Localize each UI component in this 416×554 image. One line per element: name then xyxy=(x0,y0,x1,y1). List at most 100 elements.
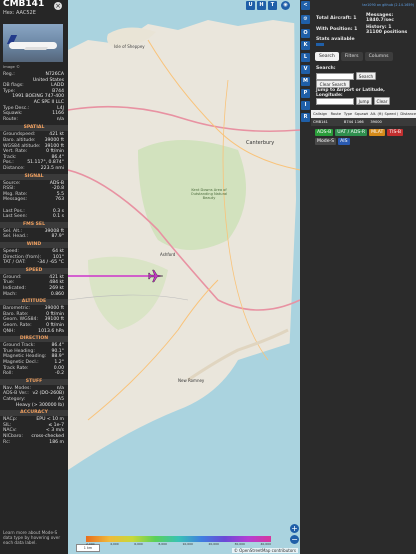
source-flag-ads-b: ADS-B xyxy=(315,129,334,136)
info-row: Sel. Head.: 87.9° xyxy=(3,234,64,240)
info-value: 0.860 xyxy=(50,291,64,297)
side-button-p[interactable]: P xyxy=(301,89,310,98)
right-info-panel: tar1090 on github (2.14.1659) Total Airc… xyxy=(311,0,416,554)
jump-input[interactable] xyxy=(316,98,354,105)
info-value: Heavy (> 300000 lb) xyxy=(15,402,64,408)
column-header-speed-kt[interactable]: Speed (kt) xyxy=(383,110,399,118)
history-value: 31100 positions xyxy=(366,30,408,35)
globe-icon[interactable]: ◉ xyxy=(281,1,290,10)
clear-search-button[interactable]: Clear Search xyxy=(316,80,350,88)
info-label: Sel. Head.: xyxy=(3,234,28,240)
map-view[interactable]: Isle of Sheppey Canterbury Kent Downs Ar… xyxy=(68,0,300,554)
table-cell: B744 xyxy=(343,120,353,124)
table-header: CallsignRouteTypeSquawkAlt. (ft)Speed (k… xyxy=(311,110,416,118)
column-header-type[interactable]: Type xyxy=(342,110,353,118)
info-label: TAT / OAT: xyxy=(3,260,26,266)
section-title-accuracy: ACCURACY xyxy=(0,410,68,417)
map-label-canterbury: Canterbury xyxy=(246,140,275,146)
column-header-distance[interactable]: Distance xyxy=(398,110,416,118)
section-title-wind: WIND xyxy=(0,242,68,248)
source-flag-mode-s: Mode-S xyxy=(315,138,337,145)
info-row: TAT / OAT: -34 / -65 °C xyxy=(3,260,64,266)
close-icon[interactable]: × xyxy=(54,2,62,10)
altitude-scale-label: 20,000 xyxy=(208,542,219,546)
detail-value: n/a xyxy=(56,116,64,122)
table-row[interactable]: CMB141 B744 1166 39000 xyxy=(311,118,416,126)
side-button-collapse[interactable]: < xyxy=(301,1,310,10)
stats-link[interactable] xyxy=(316,43,324,46)
info-label: Messages: xyxy=(3,197,28,203)
table-cell xyxy=(329,118,342,126)
side-button-k[interactable]: K xyxy=(301,41,310,50)
map-label-isle: Isle of Sheppey xyxy=(114,44,145,49)
tab-search[interactable]: Search xyxy=(315,52,339,61)
column-header-callsign[interactable]: Callsign xyxy=(311,110,329,118)
aircraft-detail-panel: CMB141 Hex: AAC52E × Image © Reg.: N726CA… xyxy=(0,0,68,554)
altitude-scale-label: 40,000 xyxy=(260,542,271,546)
info-value: 0.1 s xyxy=(52,214,64,220)
column-header-squawk[interactable]: Squawk xyxy=(353,110,369,118)
side-button-l[interactable]: L xyxy=(301,53,310,62)
side-button-settings[interactable]: ⚙ xyxy=(301,15,310,24)
info-row: Distance: 223.5 nmi xyxy=(3,166,64,172)
info-value: 186 m xyxy=(49,439,64,445)
detail-label: Route: xyxy=(3,116,18,122)
section-title-direction: DIRECTION xyxy=(0,336,68,343)
altitude-scale-labels: 2,000 4,000 6,000 8,000 10,000 20,000 30,000 40… xyxy=(86,542,271,546)
footer-help-text: Learn more about Mode-S data type by hov… xyxy=(3,530,61,545)
side-button-r[interactable]: R xyxy=(301,113,310,122)
info-row: Rc: 186 m xyxy=(3,440,64,446)
map-attribution[interactable]: © OpenStreetMap contributors xyxy=(231,548,298,553)
side-button-m[interactable]: M xyxy=(301,77,310,86)
aircraft-info-rows: Reg.: N726CA United States DB flags: LADD Typ… xyxy=(3,72,64,122)
version-link[interactable]: tar1090 on github (2.14.1659) xyxy=(362,3,414,7)
table-cell: CMB141 xyxy=(313,120,328,124)
map-label-ashford: Ashford xyxy=(160,252,176,257)
search-label: Search: xyxy=(316,66,336,71)
info-value: -0.2 xyxy=(55,371,64,377)
aircraft-marker-icon[interactable] xyxy=(148,268,164,284)
aircraft-photo[interactable] xyxy=(3,24,63,62)
search-input[interactable] xyxy=(316,73,354,80)
map-label-new-romney: New Romney xyxy=(178,378,205,383)
section-title-signal: SIGNAL xyxy=(0,173,68,180)
map-label-aonb: Kent Downs Area of Outstanding Natural B… xyxy=(190,188,228,200)
altitude-scale-label: 4,000 xyxy=(110,542,119,546)
tab-columns[interactable]: Columns xyxy=(364,52,393,61)
column-header-route[interactable]: Route xyxy=(329,110,342,118)
aircraft-hex: Hex: AAC52E xyxy=(3,10,36,16)
section-title-fms-sel: FMS SEL xyxy=(0,221,68,228)
source-flag-tis-b: TIS-B xyxy=(387,129,404,136)
zoom-in-button[interactable]: + xyxy=(290,524,299,533)
section-rows: Source: ADS-B RSSI: -20.8 Msg. Rate: 5.5 Messa… xyxy=(3,181,64,220)
section-rows: Ground: 421 kt True: 484 kt Indicated: 269 kt… xyxy=(3,275,64,297)
section-title-spatial: SPATIAL xyxy=(0,125,68,132)
info-row: Mach: 0.860 xyxy=(3,292,64,298)
source-flag-mlat: MLAT xyxy=(369,129,386,136)
info-value: 763 xyxy=(55,197,64,203)
map-button-h[interactable]: H xyxy=(257,1,266,10)
section-rows: Nav. Modes: n/a ADS-B Ver.: v2 (DO-260B) Cat… xyxy=(3,386,64,408)
detail-label: Reg.: xyxy=(3,72,15,77)
zoom-out-button[interactable]: − xyxy=(290,535,299,544)
info-row: Roll: -0.2 xyxy=(3,371,64,377)
detail-row: Route: n/a xyxy=(3,117,64,123)
jump-button[interactable]: Jump xyxy=(356,97,372,105)
side-button-v[interactable]: V xyxy=(301,65,310,74)
altitude-scale-label: 6,000 xyxy=(134,542,143,546)
tab-filters[interactable]: Filters xyxy=(340,52,363,61)
photo-credit[interactable]: Image © xyxy=(3,64,20,70)
side-button-i[interactable]: I xyxy=(301,101,310,110)
info-value: 1013.6 hPa xyxy=(38,328,64,334)
table-cell: 1166 xyxy=(354,120,364,124)
column-header-alt-ft[interactable]: Alt. (ft) xyxy=(368,110,382,118)
source-flag-ais: AIS xyxy=(338,138,350,145)
side-button-o[interactable]: O xyxy=(301,29,310,38)
map-button-t[interactable]: T xyxy=(268,1,277,10)
search-button[interactable]: Search xyxy=(356,72,376,80)
map-canvas[interactable] xyxy=(68,0,300,554)
clear-button[interactable]: Clear xyxy=(374,97,390,105)
section-rows: Barometric: 39000 ft Baro. Rate: 0 ft/min Ge… xyxy=(3,306,64,334)
map-button-u[interactable]: U xyxy=(246,1,255,10)
info-label: QNH: xyxy=(3,328,16,334)
